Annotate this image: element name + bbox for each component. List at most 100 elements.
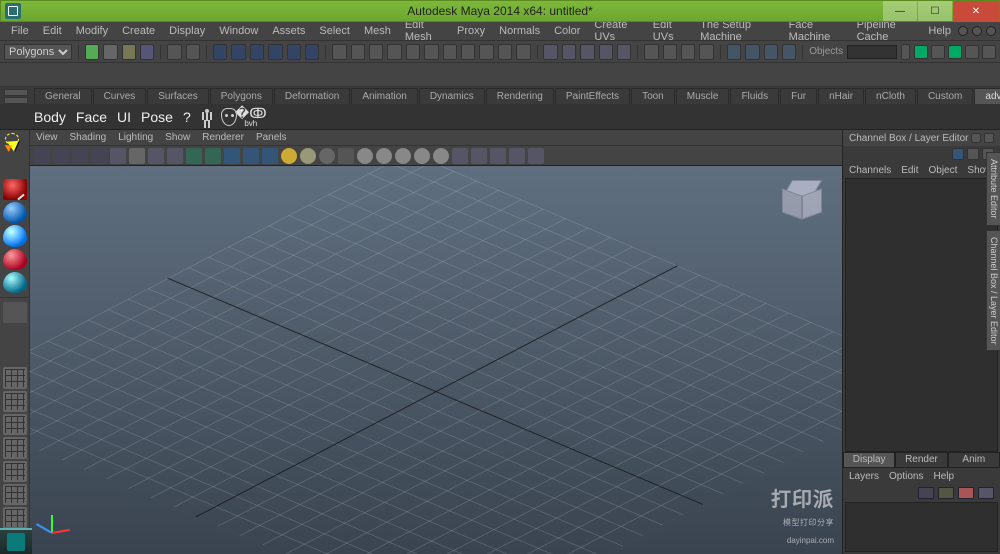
panel-tool-icon[interactable] xyxy=(34,148,50,164)
panel-tool-icon[interactable] xyxy=(110,148,126,164)
textured-icon[interactable] xyxy=(262,148,278,164)
shelf-tab-deformation[interactable]: Deformation xyxy=(274,88,350,104)
shelf-body-button[interactable]: Body xyxy=(30,109,70,125)
panel-close-icon[interactable] xyxy=(984,133,994,143)
shelf-tab-dynamics[interactable]: Dynamics xyxy=(419,88,485,104)
mask-icon[interactable] xyxy=(369,44,383,60)
shelf-tab-nhair[interactable]: nHair xyxy=(818,88,864,104)
panel-tool-icon[interactable] xyxy=(148,148,164,164)
snap-curve-icon[interactable] xyxy=(562,44,576,60)
toggle-attribute-editor-icon[interactable] xyxy=(914,45,928,59)
snap-plane-icon[interactable] xyxy=(599,44,613,60)
panel-tool-icon[interactable] xyxy=(471,148,487,164)
snap-grid-icon[interactable] xyxy=(543,44,557,60)
sel-multi-icon[interactable] xyxy=(305,44,319,60)
mask-icon[interactable] xyxy=(443,44,457,60)
menu-mesh[interactable]: Mesh xyxy=(357,24,398,38)
undo-icon[interactable] xyxy=(167,44,181,60)
toggle-channel-box-icon[interactable] xyxy=(948,45,962,59)
panel-tool-icon[interactable] xyxy=(490,148,506,164)
move-tool[interactable] xyxy=(3,202,27,223)
minimize-button[interactable]: — xyxy=(883,1,917,21)
sel-object-icon[interactable] xyxy=(268,44,282,60)
taskbar-maya-icon[interactable] xyxy=(0,528,32,554)
layer-menu-help[interactable]: Help xyxy=(933,471,954,482)
shelf-tab-fluids[interactable]: Fluids xyxy=(730,88,779,104)
panel-tool-icon[interactable] xyxy=(186,148,202,164)
isolate-icon[interactable] xyxy=(395,148,411,164)
xray-icon[interactable] xyxy=(452,148,468,164)
mask-icon[interactable] xyxy=(498,44,512,60)
panel-tool-icon[interactable] xyxy=(167,148,183,164)
layer-menu-options[interactable]: Options xyxy=(889,471,923,482)
menu-create[interactable]: Create xyxy=(115,24,162,38)
shelf-ui-button[interactable]: UI xyxy=(113,109,135,125)
panel-tool-icon[interactable] xyxy=(72,148,88,164)
chan-menu-object[interactable]: Object xyxy=(929,165,958,176)
layer-tab-anim[interactable]: Anim xyxy=(948,452,1000,468)
mask-icon[interactable] xyxy=(461,44,475,60)
mask-icon[interactable] xyxy=(479,44,493,60)
shelf-tab-painteffects[interactable]: PaintEffects xyxy=(555,88,630,104)
shelf-tab-muscle[interactable]: Muscle xyxy=(676,88,730,104)
chan-menu-channels[interactable]: Channels xyxy=(849,165,891,176)
menu-proxy[interactable]: Proxy xyxy=(450,24,492,38)
toggle-tool-settings-icon[interactable] xyxy=(931,45,945,59)
shelf-tab-fur[interactable]: Fur xyxy=(780,88,817,104)
layer-tab-display[interactable]: Display xyxy=(843,452,895,468)
shelf-tab-animation[interactable]: Animation xyxy=(351,88,417,104)
light-icon[interactable] xyxy=(319,148,335,164)
last-tool[interactable] xyxy=(3,302,27,323)
four-view-layout[interactable] xyxy=(3,391,27,412)
render-icon[interactable] xyxy=(727,44,741,60)
shelf-tab-rendering[interactable]: Rendering xyxy=(486,88,554,104)
shelf-tab-ncloth[interactable]: nCloth xyxy=(865,88,916,104)
sel-vertex-icon[interactable] xyxy=(213,44,227,60)
panel-menu-lighting[interactable]: Lighting xyxy=(118,132,153,143)
mask-icon[interactable] xyxy=(387,44,401,60)
menu-select[interactable]: Select xyxy=(312,24,357,38)
isolate-icon[interactable] xyxy=(433,148,449,164)
toggle-panel-icon[interactable] xyxy=(982,45,996,59)
layer-icon[interactable] xyxy=(958,487,974,499)
channel-box-body[interactable] xyxy=(845,178,998,452)
open-scene-icon[interactable] xyxy=(122,44,136,60)
panel-tool-icon[interactable] xyxy=(53,148,69,164)
isolate-icon[interactable] xyxy=(376,148,392,164)
panel-menu-panels[interactable]: Panels xyxy=(256,132,287,143)
person-icon[interactable] xyxy=(197,107,217,127)
history-icon[interactable] xyxy=(681,44,695,60)
grid-toggle-icon[interactable] xyxy=(129,148,145,164)
menu-window[interactable]: Window xyxy=(212,24,265,38)
layer-tab-render[interactable]: Render xyxy=(895,452,947,468)
maximize-button[interactable]: ☐ xyxy=(918,1,952,21)
menu-edit[interactable]: Edit xyxy=(36,24,69,38)
mode-selector[interactable]: Polygons xyxy=(4,44,72,60)
status-icon[interactable] xyxy=(85,44,99,60)
persp-graph-layout[interactable] xyxy=(3,461,27,482)
new-layer-icon[interactable] xyxy=(918,487,934,499)
render-icon[interactable] xyxy=(782,44,796,60)
toggle-layer-editor-icon[interactable] xyxy=(965,45,979,59)
layer-editor-body[interactable] xyxy=(845,502,998,552)
mask-icon[interactable] xyxy=(424,44,438,60)
perspective-viewport[interactable]: 打印派 模型打印分享 dayinpai.com xyxy=(30,166,842,554)
shelf-tab-general[interactable]: General xyxy=(34,88,92,104)
panel-tool-icon[interactable] xyxy=(338,148,354,164)
scale-tool[interactable] xyxy=(3,249,27,270)
mask-icon[interactable] xyxy=(351,44,365,60)
panel-menu-view[interactable]: View xyxy=(36,132,58,143)
panel-tool-icon[interactable] xyxy=(528,148,544,164)
panel-tool-icon[interactable] xyxy=(509,148,525,164)
mask-icon[interactable] xyxy=(332,44,346,60)
side-tab-attribute-editor[interactable]: Attribute Editor xyxy=(986,152,1000,226)
shelf-tab-surfaces[interactable]: Surfaces xyxy=(147,88,208,104)
bvh-icon[interactable]: �ↂbvh xyxy=(241,107,261,127)
search-input[interactable] xyxy=(847,45,897,59)
single-pane-layout[interactable] xyxy=(3,367,27,388)
menu-modify[interactable]: Modify xyxy=(69,24,115,38)
lasso-tool[interactable] xyxy=(3,155,27,176)
side-tab-channel-box[interactable]: Channel Box / Layer Editor xyxy=(986,230,1000,352)
light-icon[interactable] xyxy=(300,148,316,164)
rotate-tool[interactable] xyxy=(3,225,27,246)
